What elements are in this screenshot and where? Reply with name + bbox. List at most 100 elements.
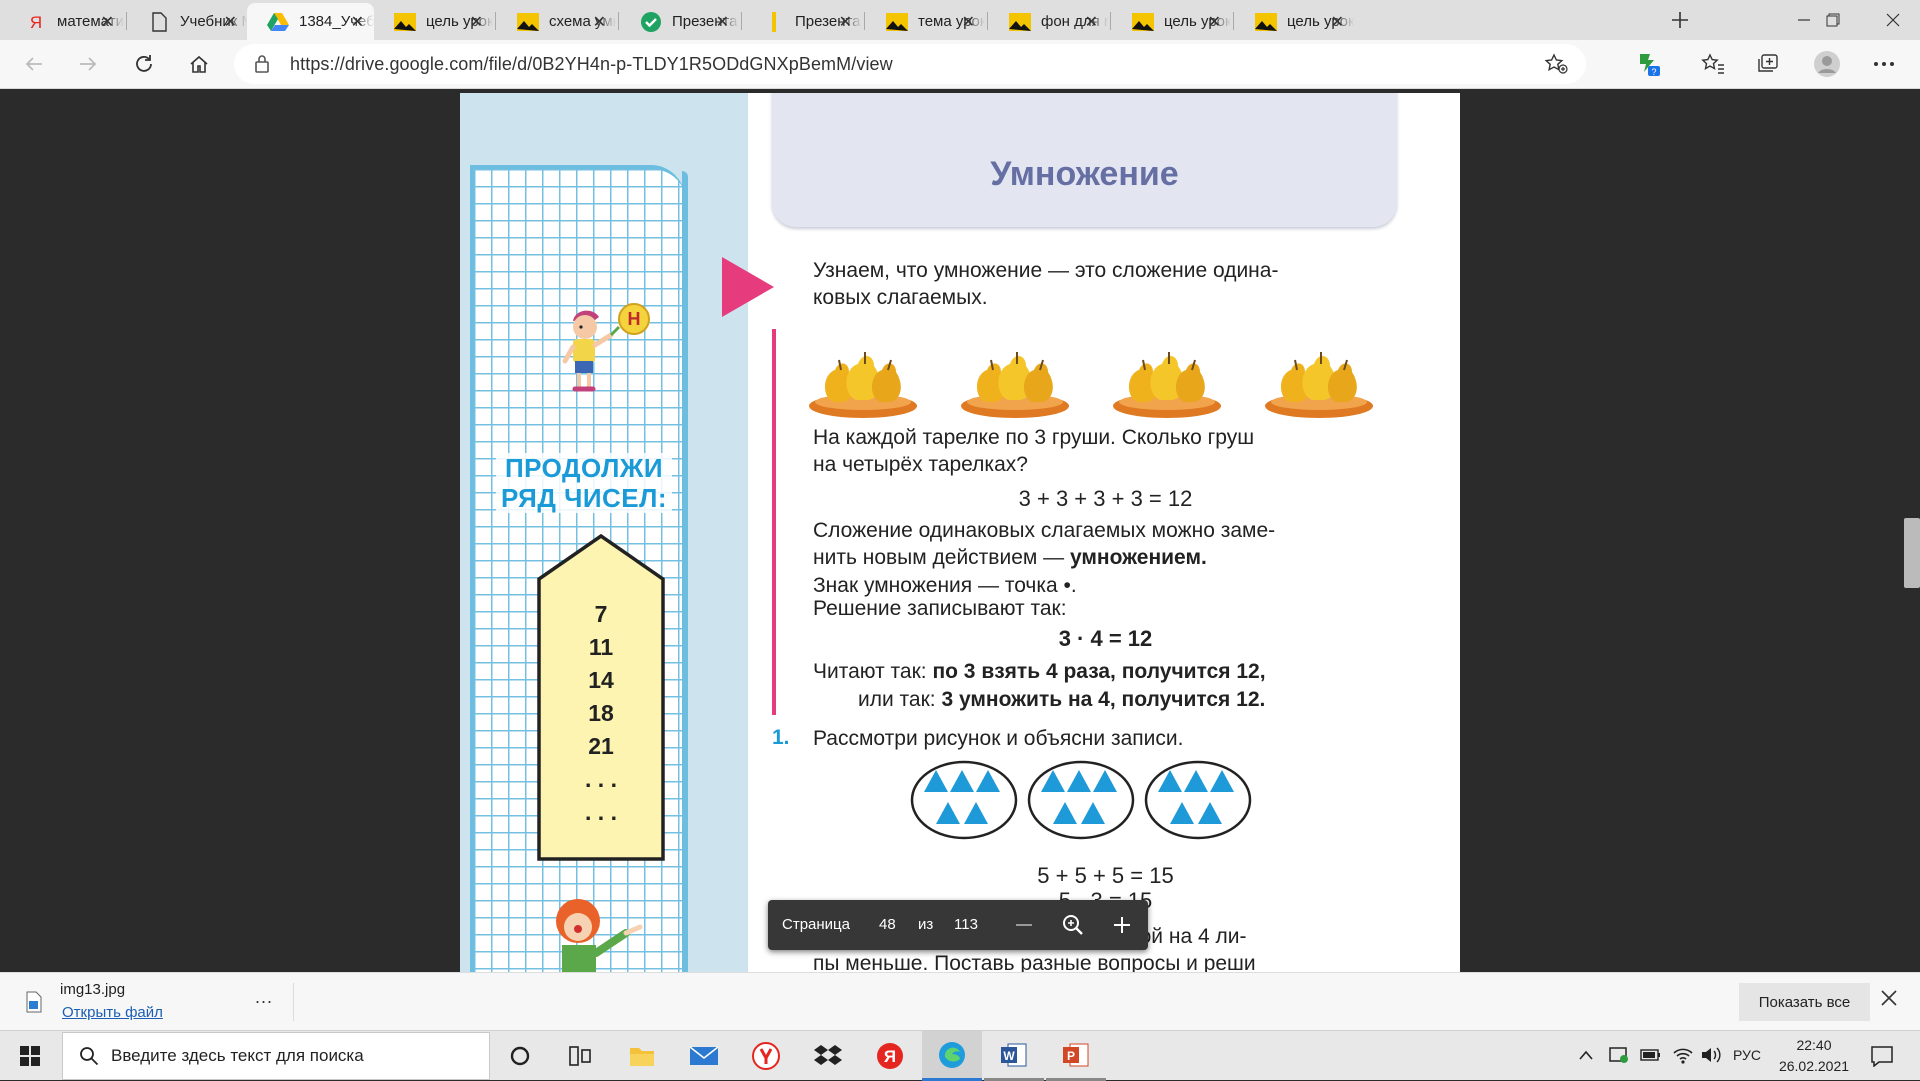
current-page[interactable]: 48: [879, 916, 896, 933]
notifications-icon[interactable]: [1870, 1045, 1894, 1067]
clock-time[interactable]: 22:40: [1776, 1037, 1852, 1053]
side-heading: ПРОДОЛЖИ РЯД ЧИСЕЛ:: [496, 453, 672, 513]
sequence-number: 14: [588, 667, 614, 693]
close-tab-button[interactable]: ✕: [1085, 12, 1098, 32]
refresh-button[interactable]: [126, 48, 162, 80]
browser-tab[interactable]: цель урок ✕: [1112, 3, 1231, 40]
yandex-browser-app[interactable]: [736, 1031, 796, 1081]
taskbar-search-box[interactable]: Введите здесь текст для поиска: [62, 1032, 490, 1080]
edge-app[interactable]: [922, 1031, 982, 1081]
browser-tab[interactable]: тема урок ✕: [866, 3, 985, 40]
zoom-in-button[interactable]: [1110, 913, 1134, 937]
close-tab-button[interactable]: ✕: [101, 12, 114, 32]
browser-tab[interactable]: схема умн ✕: [497, 3, 616, 40]
page-label: Страница: [782, 916, 850, 933]
browser-tab[interactable]: Презента ✕: [620, 3, 739, 40]
show-all-downloads-button[interactable]: Показать все: [1739, 983, 1870, 1021]
wifi-icon[interactable]: [1672, 1045, 1694, 1065]
close-download-bar-button[interactable]: [1880, 989, 1906, 1015]
yellow-bar-icon: [763, 11, 785, 33]
extension-button[interactable]: ?: [1630, 48, 1666, 80]
browser-tab[interactable]: Учебник М ✕: [128, 3, 247, 40]
close-tab-button[interactable]: ✕: [470, 12, 483, 32]
restore-button[interactable]: [1808, 0, 1858, 40]
download-more-button[interactable]: ...: [255, 987, 273, 1008]
browser-tab[interactable]: цель урок ✕: [1235, 3, 1354, 40]
add-favorite-icon[interactable]: [1544, 53, 1568, 75]
browser-tab[interactable]: Яматемати ✕: [5, 3, 124, 40]
image-icon: [1255, 11, 1277, 33]
powerpoint-app[interactable]: P: [1046, 1031, 1106, 1081]
open-file-link[interactable]: Открыть файл: [62, 1004, 163, 1021]
reading-variant-2: 3 умножить на 4, получится 12.: [941, 688, 1266, 711]
document-viewer[interactable]: Н ПРОДОЛЖИ РЯД ЧИСЕЛ: 7 11 14 18 21 . . . . . …: [0, 90, 1920, 972]
battery-icon[interactable]: [1640, 1048, 1662, 1062]
close-tab-button[interactable]: ✕: [224, 12, 237, 32]
close-tab-button[interactable]: ✕: [1208, 12, 1221, 32]
dropbox-app[interactable]: [798, 1031, 858, 1081]
pink-pointer-arrow: [722, 257, 774, 317]
close-tab-button[interactable]: ✕: [962, 12, 975, 32]
address-bar[interactable]: https://drive.google.com/file/d/0B2YH4n-…: [234, 44, 1586, 84]
sequence-number: . . .: [585, 766, 617, 792]
settings-menu-button[interactable]: [1866, 48, 1902, 80]
input-language[interactable]: РУС: [1733, 1047, 1761, 1063]
svg-text:Я: Я: [30, 13, 42, 31]
volume-icon[interactable]: [1700, 1045, 1722, 1065]
profile-button[interactable]: [1809, 48, 1845, 80]
close-tab-button[interactable]: ✕: [716, 12, 729, 32]
cortana-button[interactable]: [490, 1031, 550, 1081]
browser-tab[interactable]: Презента ✕: [743, 3, 862, 40]
word-icon: W: [1001, 1043, 1027, 1066]
svg-text:?: ?: [1651, 67, 1656, 77]
download-filename[interactable]: img13.jpg: [60, 981, 125, 998]
favorites-button[interactable]: [1695, 48, 1731, 80]
sum-equation: 3 + 3 + 3 + 3 = 12: [1018, 486, 1193, 511]
arrow-left-icon: [25, 57, 42, 71]
side-heading-line-1: ПРОДОЛЖИ: [504, 453, 664, 483]
browser-tab[interactable]: 1384_Учеб ✕: [247, 3, 374, 40]
reading-line-2: или так: 3 умножить на 4, получится 12.: [858, 686, 1265, 714]
collections-button[interactable]: [1751, 48, 1787, 80]
tab-separator: [1233, 12, 1234, 30]
close-tab-button[interactable]: ✕: [351, 12, 364, 32]
task-view-icon: [569, 1046, 591, 1066]
forward-button[interactable]: [70, 48, 106, 80]
tab-separator: [126, 12, 127, 30]
start-button[interactable]: [0, 1031, 60, 1081]
mail-app[interactable]: [674, 1031, 734, 1081]
rule-text: нить новым действием —: [813, 546, 1070, 569]
show-hidden-icons-chevron-icon[interactable]: [1578, 1049, 1594, 1061]
home-button[interactable]: [181, 48, 217, 80]
close-tab-button[interactable]: ✕: [1331, 12, 1344, 32]
close-icon: [1886, 13, 1900, 27]
clock-date[interactable]: 26.02.2021: [1772, 1058, 1856, 1074]
file-explorer-app[interactable]: [612, 1031, 672, 1081]
zoom-button[interactable]: [1061, 913, 1087, 939]
intro-line-1: Узнаем, что умножение — это сложение оди…: [813, 259, 1279, 282]
close-tab-button[interactable]: ✕: [593, 12, 606, 32]
scrollbar-thumb[interactable]: [1904, 518, 1920, 588]
sequence-number: 18: [588, 700, 614, 726]
grid-paper-edge: [682, 171, 688, 972]
task-number: 1.: [772, 726, 790, 749]
close-tab-button[interactable]: ✕: [839, 12, 852, 32]
textbook-page: Н ПРОДОЛЖИ РЯД ЧИСЕЛ: 7 11 14 18 21 . . . . . …: [460, 93, 1460, 972]
image-icon: [886, 11, 908, 33]
word-app[interactable]: W: [984, 1031, 1044, 1081]
close-window-button[interactable]: [1868, 0, 1918, 40]
search-placeholder: Введите здесь текст для поиска: [111, 1046, 364, 1065]
tray-app-icon[interactable]: [1608, 1045, 1630, 1065]
yandex-browser-icon: [752, 1042, 780, 1070]
minus-icon: [1016, 924, 1032, 926]
extension-download-icon: ?: [1640, 54, 1660, 77]
zoom-out-button[interactable]: [1012, 913, 1036, 937]
back-button[interactable]: [16, 48, 52, 80]
task-view-button[interactable]: [550, 1031, 610, 1081]
browser-tab[interactable]: фон для м ✕: [989, 3, 1108, 40]
browser-tab[interactable]: цель урок ✕: [374, 3, 493, 40]
new-tab-button[interactable]: [1655, 0, 1705, 40]
question-line-2: на четырёх тарелках?: [813, 453, 1028, 476]
yandex-app[interactable]: Я: [860, 1031, 920, 1081]
pears-on-plates-illustration: [809, 351, 1374, 419]
